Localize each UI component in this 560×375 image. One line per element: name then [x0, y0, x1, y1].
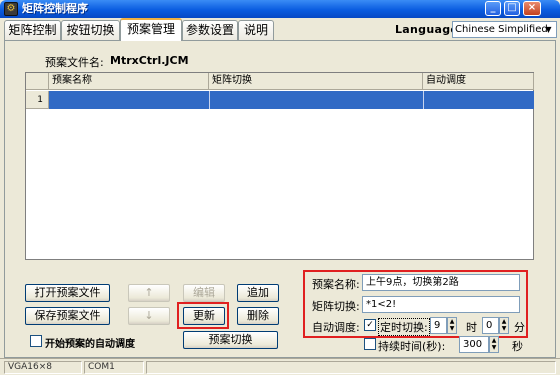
- auto-schedule-label: 自动调度:: [312, 321, 360, 334]
- minute-input[interactable]: 0: [482, 317, 499, 334]
- minute-spinner[interactable]: ▲ ▼: [499, 317, 509, 334]
- language-select-value: Chinese Simplified: [455, 24, 548, 35]
- status-device: VGA16×8: [4, 361, 82, 374]
- hour-spinner[interactable]: ▲ ▼: [447, 317, 457, 334]
- auto-start-label: 开始预案的自动调度: [45, 339, 135, 350]
- grid-corner: [26, 73, 49, 90]
- tab-matrix-control[interactable]: 矩阵控制: [4, 20, 61, 40]
- language-select[interactable]: Chinese Simplified ▼: [452, 21, 557, 38]
- duration-unit-label: 秒: [512, 340, 523, 353]
- duration-label: 持续时间(秒):: [378, 340, 446, 353]
- grid-column-divider: [209, 91, 210, 109]
- tab-plan-management[interactable]: 预案管理: [120, 18, 182, 41]
- plan-name-label: 预案名称:: [312, 278, 360, 291]
- plan-file-value: MtrxCtrl.JCM: [110, 54, 189, 67]
- plan-name-input[interactable]: 上午9点，切换第2路: [362, 274, 520, 291]
- save-plan-file-button[interactable]: 保存预案文件: [25, 307, 110, 325]
- maximize-button[interactable]: □: [504, 1, 520, 16]
- duration-checkbox[interactable]: [364, 338, 376, 350]
- hour-unit-label: 时: [466, 321, 477, 334]
- grid-header-matrix-switch[interactable]: 矩阵切换: [209, 73, 423, 90]
- hour-input[interactable]: 9: [430, 317, 447, 334]
- duration-input[interactable]: 300: [459, 336, 489, 353]
- status-port: COM1: [84, 361, 144, 374]
- window-title: 矩阵控制程序: [22, 2, 88, 15]
- status-message: [146, 361, 556, 374]
- status-bar: VGA16×8 COM1: [0, 358, 560, 375]
- close-button[interactable]: ×: [523, 1, 541, 16]
- chevron-down-icon[interactable]: ▼: [541, 22, 556, 37]
- app-icon: ⚙: [4, 2, 18, 16]
- grid-header-auto-schedule[interactable]: 自动调度: [423, 73, 534, 90]
- edit-button[interactable]: 编辑: [183, 284, 225, 302]
- add-button[interactable]: 追加: [237, 284, 279, 302]
- grid-column-divider: [423, 91, 424, 109]
- matrix-switch-label: 矩阵切换:: [312, 300, 360, 313]
- grid-selected-row[interactable]: [49, 91, 534, 109]
- plan-grid[interactable]: 预案名称 矩阵切换 自动调度 1: [25, 72, 534, 260]
- tab-parameter-settings[interactable]: 参数设置: [182, 20, 238, 40]
- plan-file-label: 预案文件名:: [45, 56, 104, 69]
- plan-switch-button[interactable]: 预案切换: [183, 331, 278, 349]
- tab-button-switch[interactable]: 按钮切换: [61, 20, 120, 40]
- open-plan-file-button[interactable]: 打开预案文件: [25, 284, 110, 302]
- delete-button[interactable]: 删除: [237, 307, 279, 325]
- duration-spinner[interactable]: ▲ ▼: [489, 336, 499, 353]
- timed-switch-checkbox[interactable]: ✓: [364, 319, 376, 331]
- auto-start-checkbox[interactable]: [30, 335, 42, 347]
- matrix-switch-input[interactable]: *1<2!: [362, 296, 520, 313]
- minute-unit-label: 分: [514, 321, 525, 334]
- move-up-button[interactable]: ↑: [128, 284, 170, 302]
- move-down-button[interactable]: ↓: [128, 307, 170, 325]
- grid-row-number[interactable]: 1: [26, 91, 49, 109]
- tab-help[interactable]: 说明: [238, 20, 274, 40]
- update-button-highlight: [177, 302, 229, 329]
- timed-switch-label: 定时切换:: [378, 318, 430, 336]
- minimize-button[interactable]: _: [485, 1, 501, 16]
- grid-header-plan-name[interactable]: 预案名称: [49, 73, 209, 90]
